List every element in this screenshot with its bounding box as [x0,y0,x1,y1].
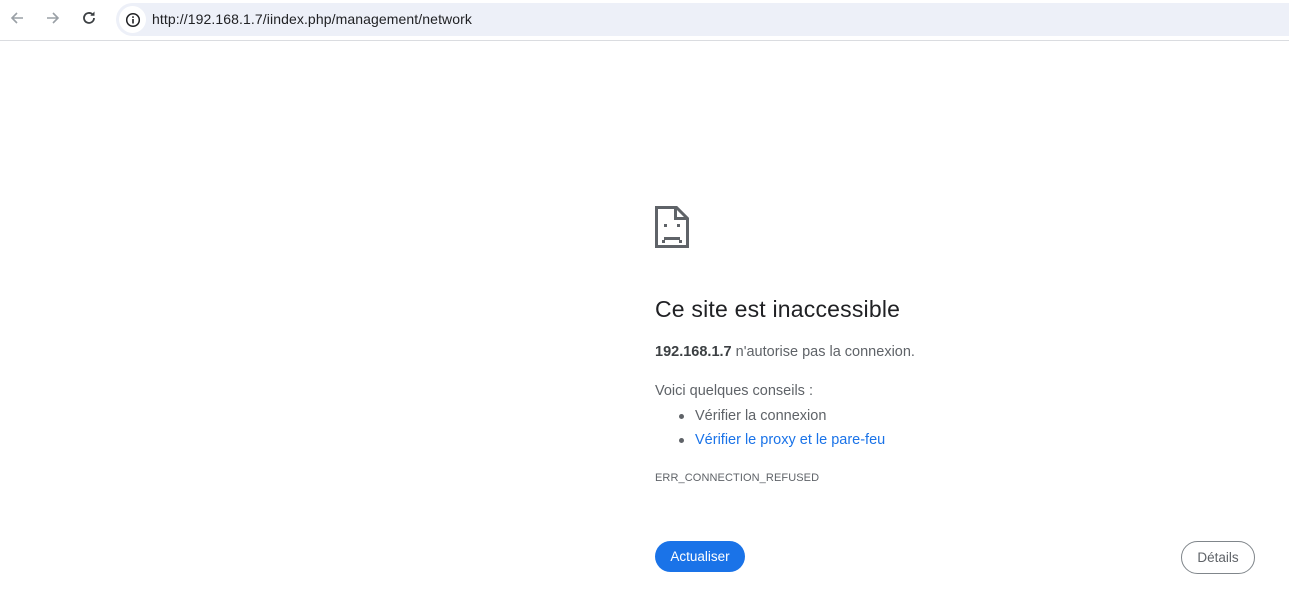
browser-toolbar: http://192.168.1.7/iindex.php/management… [0,0,1289,41]
reload-page-button[interactable]: Actualiser [655,541,745,572]
message-text: n'autorise pas la connexion. [731,344,915,360]
reload-button[interactable] [78,7,100,29]
suggestion-check-connection: Vérifier la connexion [655,404,885,428]
url-text[interactable]: http://192.168.1.7/iindex.php/management… [152,11,472,27]
forward-button[interactable] [42,7,64,29]
back-button[interactable] [6,7,28,29]
host-name: 192.168.1.7 [655,344,732,360]
bullet [679,414,684,419]
arrow-right-icon [47,12,60,24]
error-message: 192.168.1.7 n'autorise pas la connexion. [655,344,915,360]
suggestion-label: Vérifier la connexion [695,408,827,424]
arrow-left-icon [10,12,23,24]
page-title: Ce site est inaccessible [655,296,901,322]
bullet [679,438,684,443]
check-proxy-firewall-link[interactable]: Vérifier le proxy et le pare-feu [695,432,885,448]
reload-icon [83,11,95,24]
suggestions-heading: Voici quelques conseils : [655,383,813,399]
info-circle-icon [125,12,140,27]
sad-document-icon [655,206,689,248]
details-button[interactable]: Détails [1181,541,1255,574]
suggestions-list: Vérifier la connexion Vérifier le proxy … [655,404,885,452]
site-info-button[interactable] [119,6,146,33]
address-bar[interactable]: http://192.168.1.7/iindex.php/management… [116,3,1289,36]
error-code: ERR_CONNECTION_REFUSED [655,472,820,484]
suggestion-check-proxy-firewall: Vérifier le proxy et le pare-feu [655,428,885,452]
